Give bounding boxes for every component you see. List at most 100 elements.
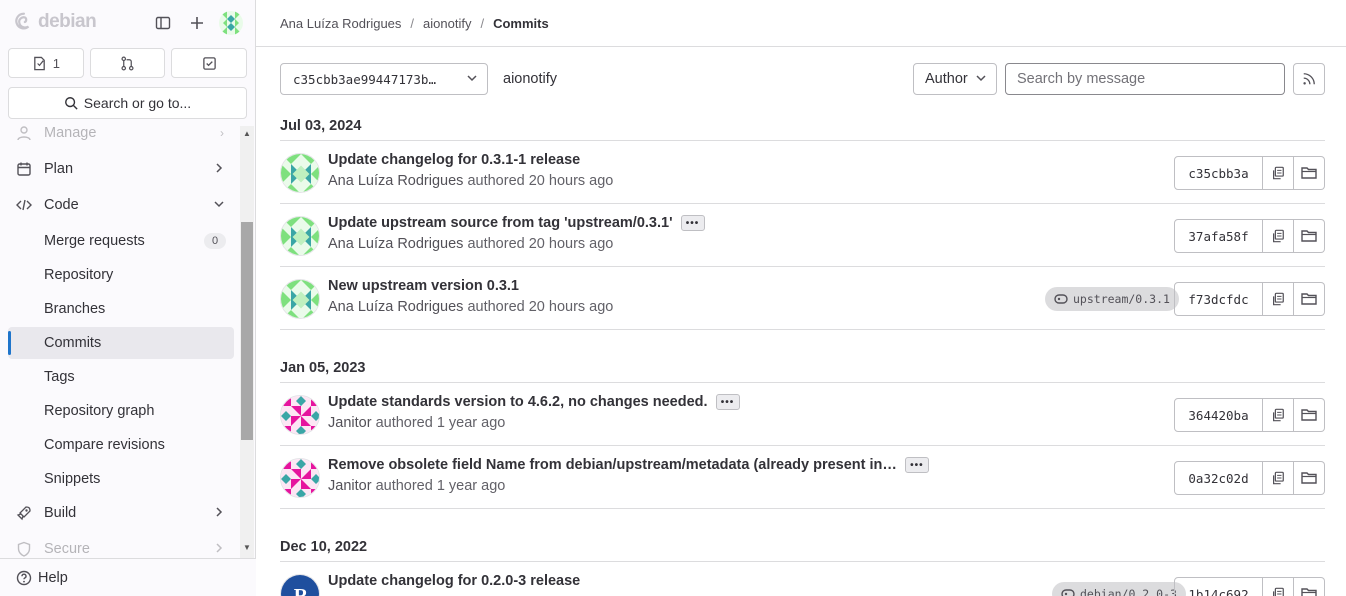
search-by-message-input[interactable] bbox=[1005, 63, 1285, 95]
sidebar-item-code[interactable]: Code bbox=[8, 189, 234, 221]
assigned-issues-button[interactable]: 1 bbox=[8, 48, 84, 78]
toggle-commit-description-button[interactable]: ••• bbox=[680, 215, 705, 231]
breadcrumb-owner[interactable]: Ana Luíza Rodrigues bbox=[280, 16, 401, 31]
users-icon bbox=[16, 126, 32, 141]
browse-files-folder-icon[interactable] bbox=[1294, 577, 1325, 596]
planning-icon bbox=[16, 161, 32, 177]
svg-text:R: R bbox=[294, 585, 309, 596]
commit-author-link[interactable]: Ana Luíza Rodrigues bbox=[328, 173, 463, 189]
commit-title-link[interactable]: Update changelog for 0.3.1-1 release bbox=[328, 152, 580, 168]
help-icon bbox=[16, 570, 32, 585]
commit-sha-button[interactable]: c35cbb3a bbox=[1174, 156, 1263, 190]
sidebar-item-branches[interactable]: Branches bbox=[8, 293, 234, 325]
copy-sha-icon[interactable] bbox=[1263, 577, 1294, 596]
sidebar-item-build[interactable]: Build bbox=[8, 497, 234, 529]
sidebar-item-snippets[interactable]: Snippets bbox=[8, 463, 234, 495]
commit-sha-button[interactable]: 1b14c692 bbox=[1174, 577, 1263, 596]
copy-sha-icon[interactable] bbox=[1263, 461, 1294, 495]
commit-row: Remove obsolete field Name from debian/u… bbox=[280, 446, 1325, 509]
counts-bar: 1 bbox=[8, 48, 248, 78]
commit-title-link[interactable]: Update standards version to 4.6.2, no ch… bbox=[328, 394, 708, 410]
sidebar-item-merge-requests[interactable]: Merge requests 0 bbox=[8, 225, 234, 257]
issues-count: 1 bbox=[52, 55, 60, 71]
sidebar-item-repository-graph[interactable]: Repository graph bbox=[8, 395, 234, 427]
sidebar-nav: Manage › Plan Code Merge requests 0 Repo… bbox=[0, 126, 238, 558]
toggle-commit-description-button[interactable]: ••• bbox=[904, 457, 929, 473]
sidebar-header: debian bbox=[0, 0, 256, 46]
search-icon bbox=[64, 97, 78, 110]
scroll-down-arrow-icon[interactable]: ▼ bbox=[243, 543, 251, 552]
sidebar-item-tags[interactable]: Tags bbox=[8, 361, 234, 393]
commit-title-link[interactable]: Remove obsolete field Name from debian/u… bbox=[328, 457, 897, 473]
sidebar-item-manage[interactable]: Manage › bbox=[8, 126, 234, 149]
commit-author-link[interactable]: Ana Luíza Rodrigues bbox=[328, 299, 463, 315]
sidebar: debian 1 Search or go to... Manage › Pla… bbox=[0, 0, 256, 596]
commit-day-header: Dec 10, 2022 bbox=[280, 539, 368, 555]
commit-sha-button[interactable]: 37afa58f bbox=[1174, 219, 1263, 253]
sidebar-item-commits[interactable]: Commits bbox=[8, 327, 234, 359]
scroll-up-arrow-icon[interactable]: ▲ bbox=[243, 129, 251, 138]
rss-feed-button[interactable] bbox=[1293, 63, 1325, 95]
commit-title-link[interactable]: Update changelog for 0.2.0-3 release bbox=[328, 573, 580, 589]
sidebar-scrollbar[interactable]: ▲ ▼ bbox=[240, 126, 254, 558]
author-avatar[interactable] bbox=[280, 395, 320, 435]
commit-author-link[interactable]: Ana Luíza Rodrigues bbox=[328, 236, 463, 252]
todos-button[interactable] bbox=[171, 48, 248, 78]
search-or-go-to-button[interactable]: Search or go to... bbox=[8, 87, 247, 119]
help-label: Help bbox=[38, 569, 68, 586]
browse-files-folder-icon[interactable] bbox=[1294, 219, 1325, 253]
commit-authored-time: authored 1 year ago bbox=[375, 415, 506, 431]
brand-logo[interactable]: debian bbox=[12, 11, 97, 33]
tag-icon bbox=[1054, 294, 1068, 304]
commit-title-link[interactable]: New upstream version 0.3.1 bbox=[328, 278, 519, 294]
author-avatar[interactable] bbox=[280, 458, 320, 498]
browse-files-folder-icon[interactable] bbox=[1294, 461, 1325, 495]
commit-author-link[interactable]: Janitor bbox=[328, 415, 372, 431]
sidebar-toggle-icon[interactable] bbox=[151, 11, 175, 35]
author-avatar[interactable]: R bbox=[280, 574, 320, 596]
copy-sha-icon[interactable] bbox=[1263, 156, 1294, 190]
sidebar-item-label: Manage bbox=[44, 126, 97, 141]
copy-sha-icon[interactable] bbox=[1263, 219, 1294, 253]
merge-requests-button[interactable] bbox=[89, 48, 166, 78]
browse-files-folder-icon[interactable] bbox=[1294, 398, 1325, 432]
ref-selector[interactable]: c35cbb3ae99447173b… bbox=[280, 63, 488, 95]
merge-request-icon bbox=[121, 56, 134, 70]
tag-badge[interactable]: upstream/0.3.1 bbox=[1045, 287, 1179, 311]
create-new-icon[interactable] bbox=[185, 11, 209, 35]
breadcrumb-project[interactable]: aionotify bbox=[423, 16, 471, 31]
author-avatar[interactable] bbox=[280, 216, 320, 256]
sidebar-item-label: Repository bbox=[44, 267, 114, 283]
copy-sha-icon[interactable] bbox=[1263, 282, 1294, 316]
commit-title-line: New upstream version 0.3.1 bbox=[328, 278, 519, 294]
author-filter-dropdown[interactable]: Author bbox=[913, 63, 997, 95]
browse-files-folder-icon[interactable] bbox=[1294, 282, 1325, 316]
browse-files-folder-icon[interactable] bbox=[1294, 156, 1325, 190]
sidebar-item-label: Code bbox=[44, 197, 79, 213]
breadcrumb-current[interactable]: Commits bbox=[493, 16, 549, 31]
commit-authored-time: authored 1 year ago bbox=[375, 478, 506, 494]
commit-author-link[interactable]: Janitor bbox=[328, 478, 372, 494]
commit-title-link[interactable]: Update upstream source from tag 'upstrea… bbox=[328, 215, 673, 231]
user-avatar[interactable] bbox=[219, 11, 243, 35]
sidebar-scrollbar-thumb[interactable] bbox=[241, 222, 253, 440]
toggle-commit-description-button[interactable]: ••• bbox=[715, 394, 740, 410]
commit-sha-group: 37afa58f bbox=[1174, 219, 1325, 253]
help-button[interactable]: Help bbox=[0, 558, 256, 596]
sidebar-item-repository[interactable]: Repository bbox=[8, 259, 234, 291]
commit-sha-button[interactable]: 364420ba bbox=[1174, 398, 1263, 432]
sidebar-item-label: Merge requests bbox=[44, 233, 145, 249]
chevron-down-icon bbox=[214, 198, 224, 212]
sidebar-item-secure[interactable]: Secure bbox=[8, 533, 234, 558]
sidebar-item-label: Branches bbox=[44, 301, 106, 317]
tag-badge[interactable]: debian/0.2.0-3 bbox=[1052, 582, 1186, 596]
author-avatar[interactable] bbox=[280, 153, 320, 193]
commit-sha-button[interactable]: 0a32c02d bbox=[1174, 461, 1263, 495]
sidebar-item-plan[interactable]: Plan bbox=[8, 153, 234, 185]
issues-icon bbox=[33, 56, 45, 70]
author-avatar[interactable] bbox=[280, 279, 320, 319]
commit-sha-button[interactable]: f73dcfdc bbox=[1174, 282, 1263, 316]
project-path[interactable]: aionotify bbox=[503, 71, 557, 87]
sidebar-item-compare-revisions[interactable]: Compare revisions bbox=[8, 429, 234, 461]
copy-sha-icon[interactable] bbox=[1263, 398, 1294, 432]
